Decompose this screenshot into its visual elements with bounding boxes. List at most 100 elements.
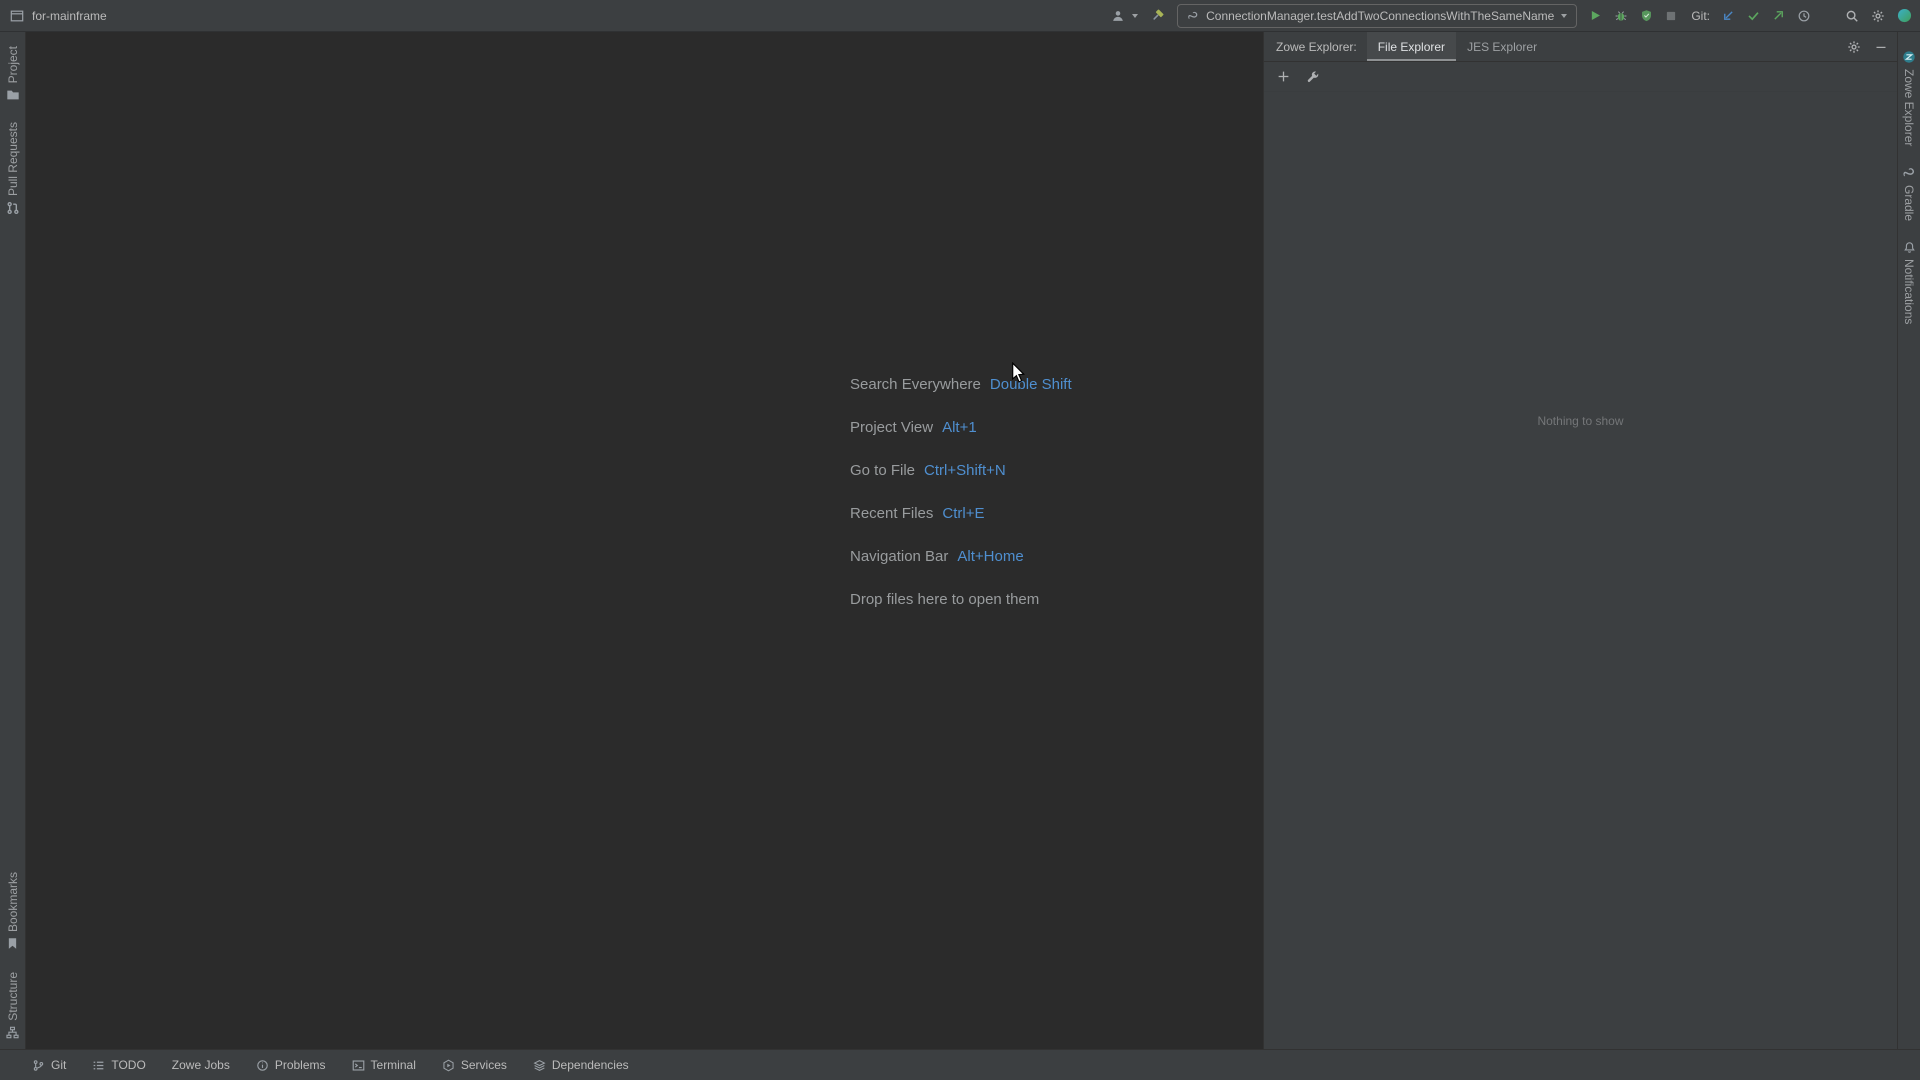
stripe-label-structure: Structure xyxy=(5,972,20,1021)
project-name: for-mainframe xyxy=(32,8,107,23)
run-icon[interactable] xyxy=(1589,7,1602,25)
stripe-button-gradle[interactable]: Gradle xyxy=(1902,166,1916,221)
update-project-icon[interactable] xyxy=(1722,7,1735,25)
settings-wrench-icon[interactable] xyxy=(1306,70,1320,84)
left-stripe-top: Project Pull Requests xyxy=(6,32,20,215)
hint-shortcut: Ctrl+E xyxy=(942,505,985,522)
toolbar-label-todo: TODO xyxy=(111,1058,146,1072)
hint-action: Navigation Bar xyxy=(850,548,949,565)
bookmarks-icon xyxy=(6,937,19,950)
shortcut-hints: Search Everywhere Double Shift Project V… xyxy=(850,376,1072,608)
toolbar-button-terminal[interactable]: Terminal xyxy=(352,1058,416,1072)
pull-requests-icon xyxy=(6,201,20,215)
hint-shortcut: Alt+1 xyxy=(942,419,977,436)
hint-row: Go to File Ctrl+Shift+N xyxy=(850,462,1072,482)
zowe-explorer-icon xyxy=(1902,50,1916,64)
main-area: Project Pull Requests Bookmarks Structur… xyxy=(0,32,1920,1049)
hint-shortcut: Double Shift xyxy=(989,376,1072,393)
stop-icon xyxy=(1665,7,1677,25)
hint-action: Go to File xyxy=(850,462,916,479)
stripe-button-bookmarks[interactable]: Bookmarks xyxy=(6,872,20,950)
stripe-button-pull-requests[interactable]: Pull Requests xyxy=(6,122,20,215)
settings-gear-icon[interactable] xyxy=(1871,7,1885,25)
toolbar-button-zowe-jobs[interactable]: Zowe Jobs xyxy=(172,1058,230,1072)
project-folder-icon xyxy=(6,88,20,102)
zowe-panel-header: Zowe Explorer: File Explorer JES Explore… xyxy=(1264,32,1897,62)
zowe-panel-toolbar xyxy=(1264,62,1897,92)
stripe-label-pull-requests: Pull Requests xyxy=(5,122,20,197)
app-icon xyxy=(10,7,24,25)
tab-file-explorer[interactable]: File Explorer xyxy=(1366,32,1457,61)
toolbar-label-terminal: Terminal xyxy=(370,1058,416,1072)
run-configuration-icon xyxy=(1187,7,1199,25)
toolbar-label-zowe-jobs: Zowe Jobs xyxy=(171,1058,230,1072)
user-dropdown-icon[interactable] xyxy=(1111,7,1125,25)
chevron-down-icon[interactable] xyxy=(1132,13,1139,18)
gradle-icon xyxy=(1902,166,1916,180)
hint-action: Recent Files xyxy=(850,505,934,522)
git-branch-icon xyxy=(32,1059,45,1072)
notifications-bell-icon xyxy=(1903,241,1916,254)
commit-icon[interactable] xyxy=(1747,7,1760,25)
right-tool-stripe: Zowe Explorer Gradle Notifications xyxy=(1897,32,1920,1049)
titlebar-toolbar: ConnectionManager.testAddTwoConnectionsW… xyxy=(1111,3,1912,28)
stripe-button-notifications[interactable]: Notifications xyxy=(1902,241,1916,325)
drop-files-hint: Drop files here to open them xyxy=(850,591,1040,608)
toolbar-button-dependencies[interactable]: Dependencies xyxy=(533,1058,629,1072)
toolbar-button-problems[interactable]: Problems xyxy=(256,1058,326,1072)
coverage-icon[interactable] xyxy=(1640,7,1653,25)
toolbar-button-todo[interactable]: TODO xyxy=(92,1058,146,1072)
editor-area[interactable]: Search Everywhere Double Shift Project V… xyxy=(26,32,1263,1049)
mouse-cursor xyxy=(1010,362,1027,384)
stripe-label-project: Project xyxy=(5,46,20,84)
stripe-button-structure[interactable]: Structure xyxy=(6,972,20,1039)
build-hammer-icon[interactable] xyxy=(1150,7,1165,25)
tab-file-explorer-label: File Explorer xyxy=(1377,39,1446,54)
stripe-label-zowe-explorer: Zowe Explorer xyxy=(1902,69,1916,147)
zowe-panel-header-actions xyxy=(1847,40,1887,54)
services-icon xyxy=(442,1059,455,1072)
search-everywhere-icon[interactable] xyxy=(1845,7,1859,25)
right-stripe-top: Zowe Explorer Gradle Notifications xyxy=(1902,32,1916,325)
tab-jes-explorer[interactable]: JES Explorer xyxy=(1456,32,1548,61)
hide-icon[interactable] xyxy=(1875,41,1887,53)
toolbar-button-services[interactable]: Services xyxy=(442,1058,507,1072)
toolbar-label-dependencies: Dependencies xyxy=(551,1058,629,1072)
ide-window: for-mainframe ConnectionManager.testAddT… xyxy=(0,0,1920,1080)
problems-icon xyxy=(256,1059,269,1072)
tab-jes-explorer-label: JES Explorer xyxy=(1467,39,1538,54)
hint-row: Project View Alt+1 xyxy=(850,419,1072,439)
toolbar-label-git: Git xyxy=(51,1058,67,1072)
bottom-tool-bar: Git TODO Zowe Jobs Problems Terminal Ser… xyxy=(0,1049,1920,1080)
structure-icon xyxy=(6,1026,19,1039)
add-profile-icon[interactable] xyxy=(1277,70,1290,83)
chevron-down-icon xyxy=(1561,13,1568,18)
history-icon[interactable] xyxy=(1797,7,1811,25)
hint-row: Navigation Bar Alt+Home xyxy=(850,548,1072,568)
terminal-icon xyxy=(352,1059,365,1072)
avatar-icon[interactable] xyxy=(1897,7,1912,25)
titlebar-left: for-mainframe xyxy=(10,7,107,25)
left-tool-stripe: Project Pull Requests Bookmarks Structur… xyxy=(0,32,26,1049)
stripe-button-project[interactable]: Project xyxy=(6,46,20,102)
toolbar-button-git[interactable]: Git xyxy=(32,1058,66,1072)
dependencies-icon xyxy=(533,1059,546,1072)
hint-shortcut: Ctrl+Shift+N xyxy=(924,462,1006,479)
toolbar-label-services: Services xyxy=(460,1058,507,1072)
hint-row: Search Everywhere Double Shift xyxy=(850,376,1072,396)
run-configuration-name: ConnectionManager.testAddTwoConnectionsW… xyxy=(1206,8,1555,23)
stripe-label-notifications: Notifications xyxy=(1902,259,1916,325)
git-label: Git: xyxy=(1691,8,1710,23)
gear-icon[interactable] xyxy=(1847,40,1861,54)
run-configuration-select[interactable]: ConnectionManager.testAddTwoConnectionsW… xyxy=(1177,3,1578,28)
hint-action: Project View xyxy=(850,419,934,436)
stripe-label-gradle: Gradle xyxy=(1902,185,1916,222)
push-icon[interactable] xyxy=(1772,7,1785,25)
stripe-button-zowe-explorer[interactable]: Zowe Explorer xyxy=(1902,50,1916,146)
zowe-panel-title: Zowe Explorer: xyxy=(1276,39,1357,54)
empty-state-text: Nothing to show xyxy=(1537,414,1624,428)
hint-shortcut: Alt+Home xyxy=(957,548,1024,565)
zowe-explorer-panel: Zowe Explorer: File Explorer JES Explore… xyxy=(1263,32,1897,1049)
debug-icon[interactable] xyxy=(1614,7,1628,25)
toolbar-label-problems: Problems xyxy=(274,1058,326,1072)
